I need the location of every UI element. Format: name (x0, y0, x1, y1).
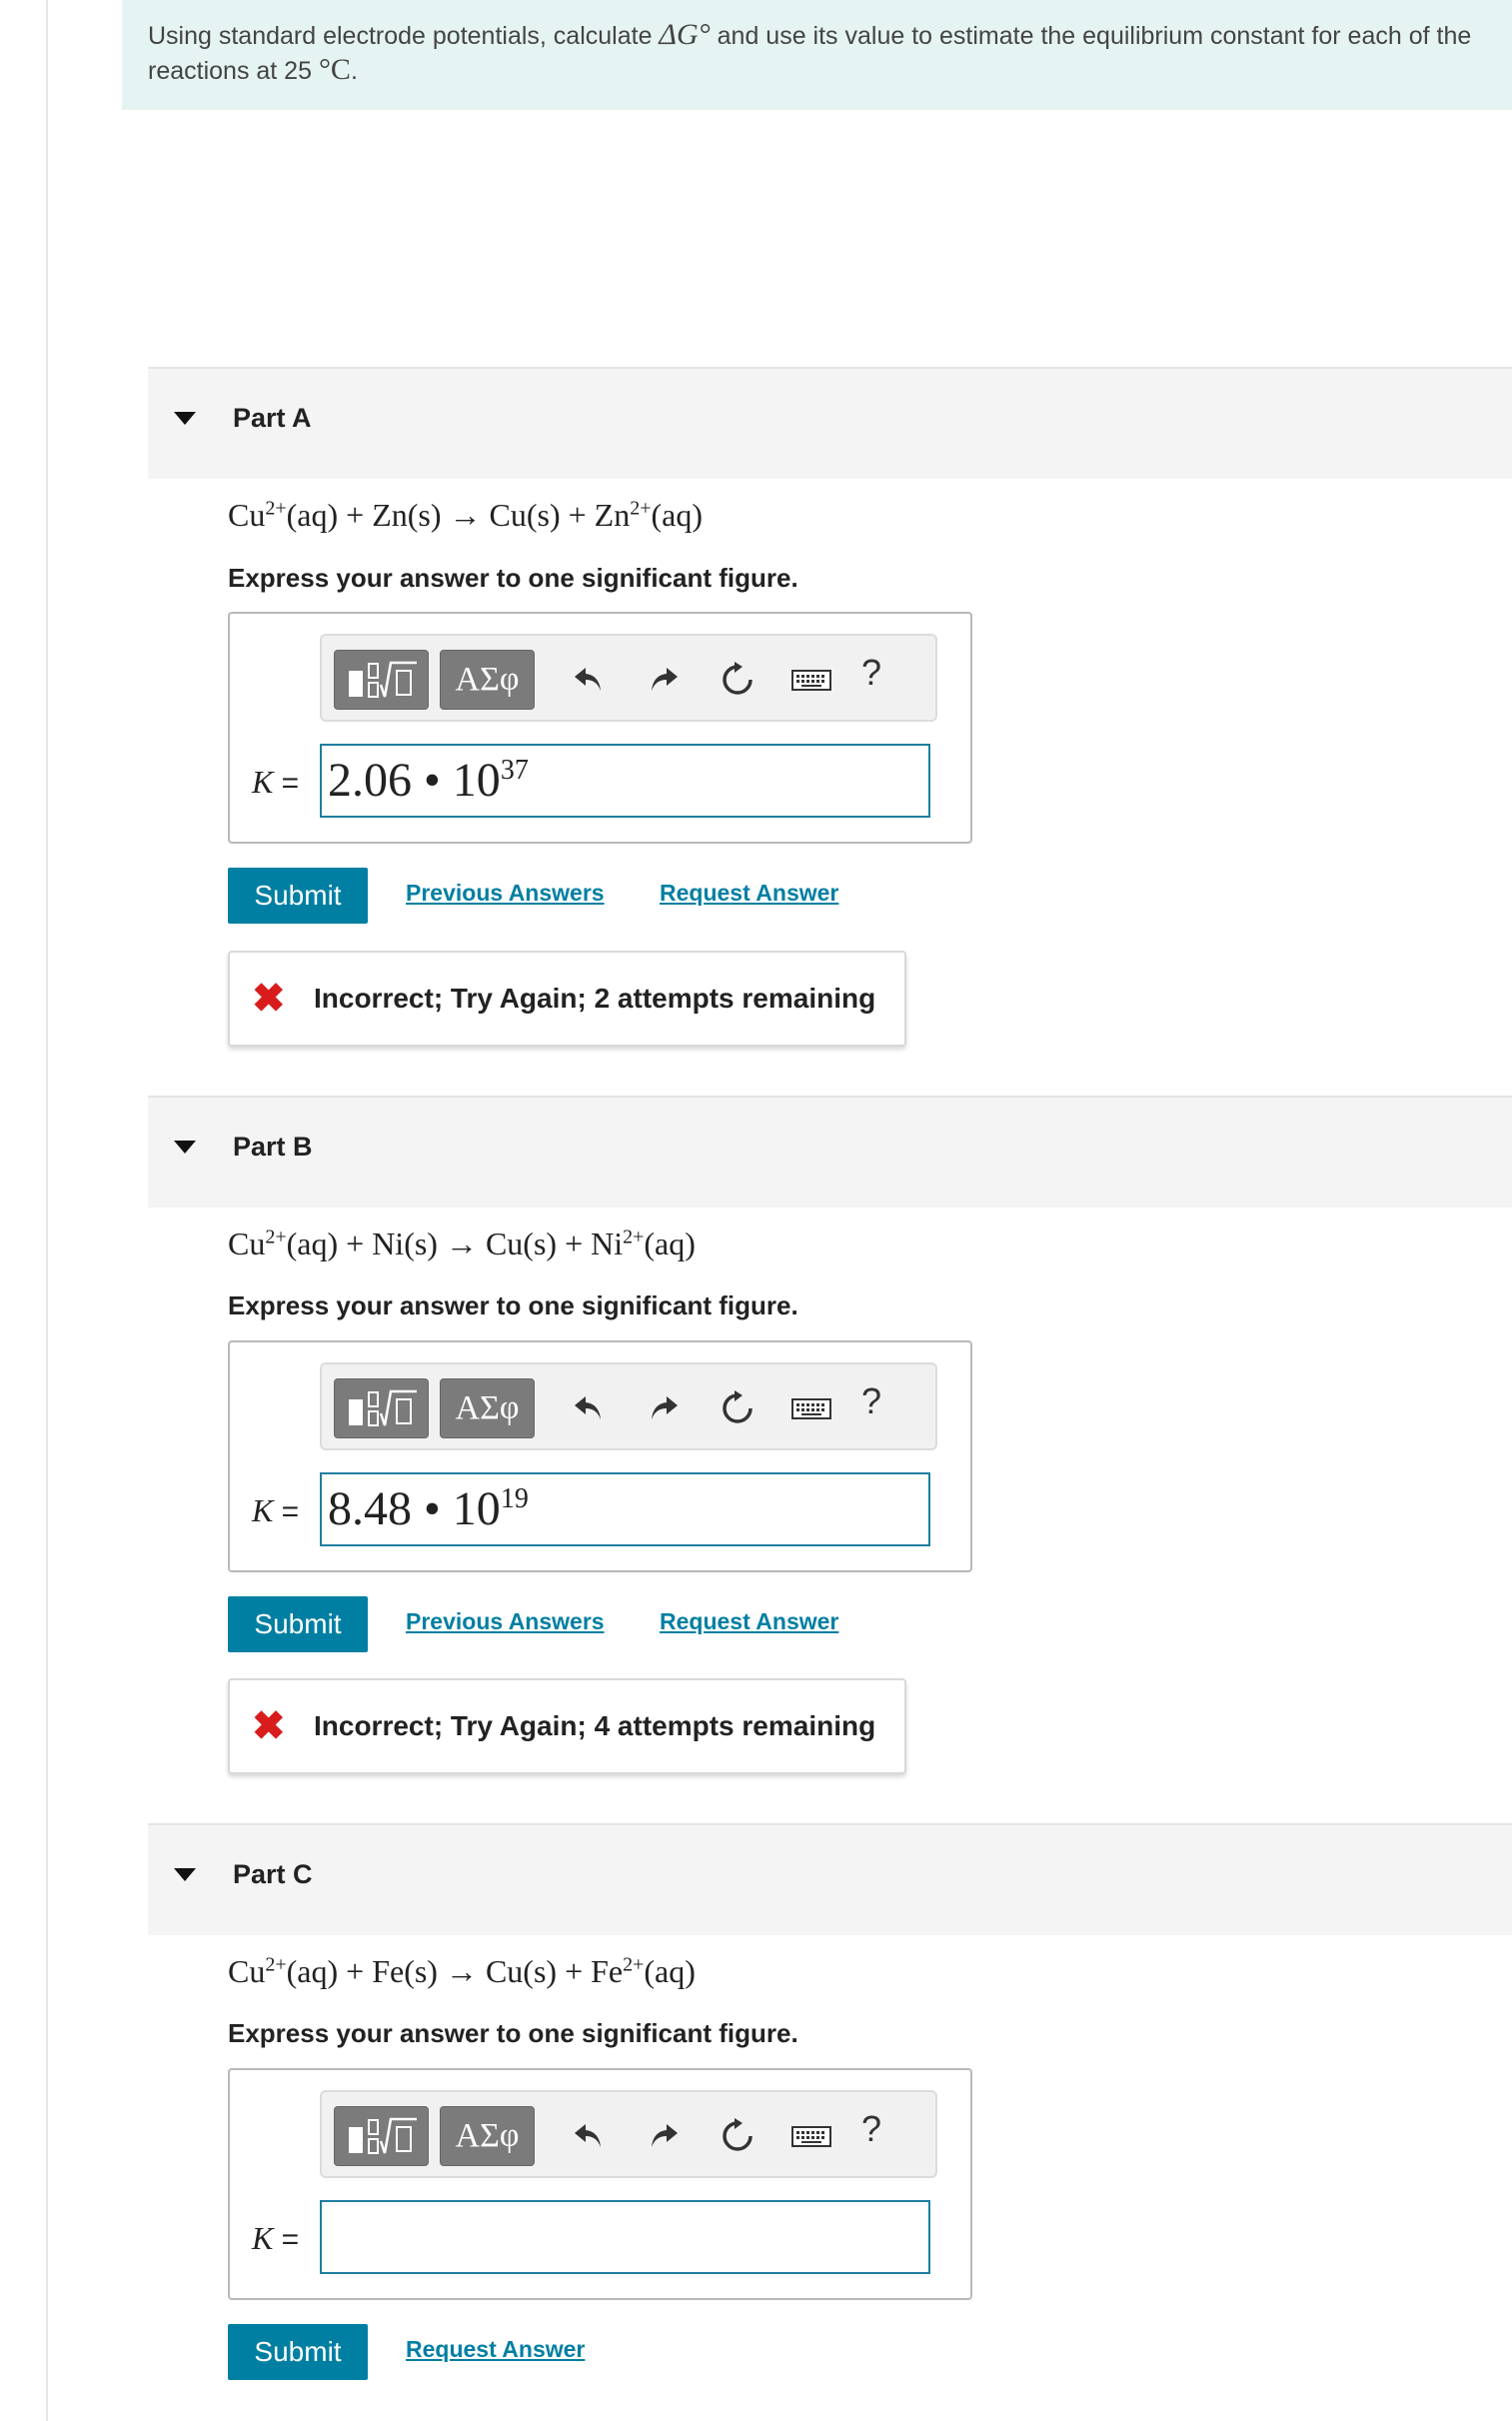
greek-symbols-button[interactable]: ΑΣφ (440, 2106, 535, 2166)
part-c-header[interactable]: Part C (148, 1823, 1512, 1935)
template-icon (349, 1389, 417, 1426)
math-toolbar: ΑΣφ ? (320, 1362, 937, 1450)
template-icon (349, 661, 417, 698)
part-b: Part B Cu2+(aq) + Ni(s) → Cu(s) + Ni2+(a… (148, 1096, 1512, 1785)
greek-symbols-button[interactable]: ΑΣφ (440, 1378, 535, 1438)
reaction-equation: Cu2+(aq) + Zn(s) → Cu(s) + Zn2+(aq) (228, 497, 703, 533)
help-button[interactable]: ? (861, 1380, 881, 1422)
math-toolbar: ΑΣφ ? (320, 2090, 937, 2178)
undo-icon[interactable] (567, 1386, 611, 1430)
redo-icon[interactable] (642, 2114, 686, 2158)
k-label: K = (252, 2220, 300, 2256)
k-label: K = (252, 764, 300, 800)
request-answer-link[interactable]: Request Answer (660, 880, 838, 907)
problem-content: Using standard electrode potentials, cal… (122, 0, 1512, 2380)
k-answer-input[interactable]: 2.06 • 1037 (320, 744, 930, 818)
help-button[interactable]: ? (861, 2108, 881, 2150)
part-title: Part B (233, 1132, 313, 1162)
greek-symbols-button[interactable]: ΑΣφ (440, 650, 535, 710)
answer-box: ΑΣφ ? K = (228, 2068, 972, 2300)
feedback-text: Incorrect; Try Again; 2 attempts remaini… (314, 983, 876, 1014)
request-answer-link[interactable]: Request Answer (660, 1608, 838, 1635)
part-title: Part A (233, 403, 312, 433)
feedback-text: Incorrect; Try Again; 4 attempts remaini… (314, 1710, 876, 1741)
collapse-triangle-icon[interactable] (174, 412, 196, 425)
reset-icon[interactable] (716, 658, 759, 702)
collapse-triangle-icon[interactable] (174, 1868, 196, 1881)
part-title: Part C (233, 1859, 313, 1889)
answer-box: ΑΣφ ? K = 2.06 • 1037 (228, 612, 972, 844)
left-border (46, 0, 48, 2421)
redo-icon[interactable] (642, 1386, 686, 1430)
part-a-header[interactable]: Part A (148, 367, 1512, 479)
previous-answers-link[interactable]: Previous Answers (406, 1608, 605, 1635)
intro-text-end: . (350, 57, 358, 85)
answer-hint: Express your answer to one significant f… (228, 563, 798, 593)
intro-text-before: Using standard electrode potentials, cal… (148, 22, 660, 50)
template-button[interactable] (334, 1378, 429, 1438)
problem-intro: Using standard electrode potentials, cal… (122, 0, 1512, 110)
reset-icon[interactable] (716, 1386, 759, 1430)
reaction-equation: Cu2+(aq) + Ni(s) → Cu(s) + Ni2+(aq) (228, 1225, 696, 1261)
delta-g-symbol: ΔG° (659, 18, 711, 51)
request-answer-link[interactable]: Request Answer (406, 2336, 585, 2363)
part-c: Part C Cu2+(aq) + Fe(s) → Cu(s) + Fe2+(a… (148, 1823, 1512, 2421)
answer-hint: Express your answer to one significant f… (228, 2018, 798, 2048)
template-button[interactable] (334, 2106, 429, 2166)
feedback-message: ✖ Incorrect; Try Again; 2 attempts remai… (228, 951, 906, 1047)
keyboard-icon[interactable] (789, 1386, 833, 1430)
math-toolbar: ΑΣφ ? (320, 634, 937, 722)
part-b-header[interactable]: Part B (148, 1096, 1512, 1208)
part-a: Part A Cu2+(aq) + Zn(s) → Cu(s) + Zn2+(a… (148, 367, 1512, 1057)
keyboard-icon[interactable] (789, 2114, 833, 2158)
answer-box: ΑΣφ ? K = 8.48 • 1019 (228, 1340, 972, 1572)
keyboard-icon[interactable] (789, 658, 833, 702)
help-button[interactable]: ? (861, 652, 881, 694)
incorrect-x-icon: ✖ (252, 977, 286, 1021)
submit-button[interactable]: Submit (228, 868, 368, 924)
incorrect-x-icon: ✖ (252, 1704, 286, 1748)
undo-icon[interactable] (567, 658, 611, 702)
reaction-equation: Cu2+(aq) + Fe(s) → Cu(s) + Fe2+(aq) (228, 1953, 696, 1989)
redo-icon[interactable] (642, 658, 686, 702)
answer-hint: Express your answer to one significant f… (228, 1290, 798, 1320)
previous-answers-link[interactable]: Previous Answers (406, 880, 605, 907)
template-button[interactable] (334, 650, 429, 710)
k-answer-input[interactable]: 8.48 • 1019 (320, 1472, 930, 1546)
template-icon (349, 2117, 417, 2154)
submit-button[interactable]: Submit (228, 1596, 368, 1652)
k-label: K = (252, 1492, 300, 1528)
feedback-message: ✖ Incorrect; Try Again; 4 attempts remai… (228, 1678, 906, 1774)
collapse-triangle-icon[interactable] (174, 1141, 196, 1154)
temperature-unit: °C (318, 53, 351, 86)
reset-icon[interactable] (716, 2114, 759, 2158)
submit-button[interactable]: Submit (228, 2324, 368, 2380)
undo-icon[interactable] (567, 2114, 611, 2158)
k-answer-input[interactable] (320, 2200, 930, 2274)
